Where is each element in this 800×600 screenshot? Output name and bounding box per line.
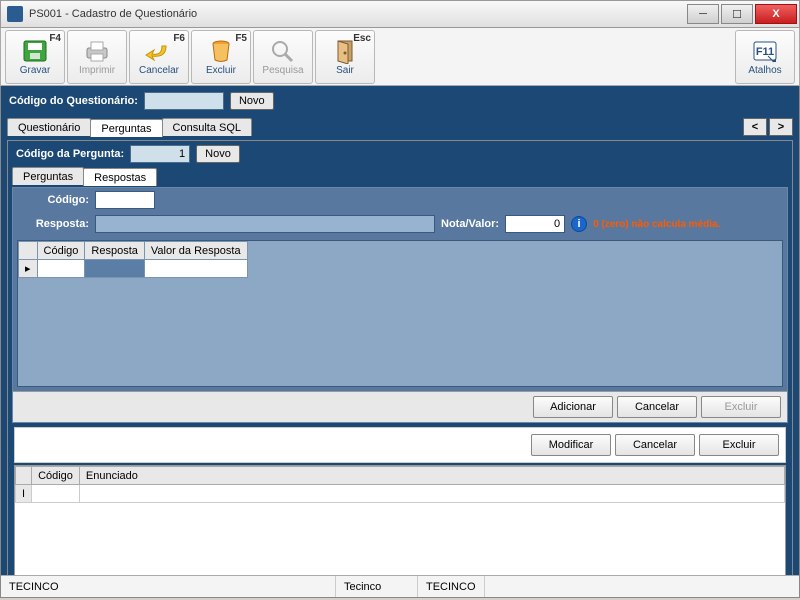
status-left: TECINCO <box>1 576 336 597</box>
perg-cancelar-button[interactable]: Cancelar <box>615 434 695 456</box>
maximize-button[interactable]: ☐ <box>721 4 753 24</box>
resp-resposta-input[interactable] <box>95 215 435 233</box>
col-perg-codigo[interactable]: Código <box>32 467 80 485</box>
perg-excluir-button[interactable]: Excluir <box>699 434 779 456</box>
tab-nav-next[interactable]: > <box>769 118 793 136</box>
row-marker: ▸ <box>19 260 38 278</box>
sub-tabs: Perguntas Respostas <box>8 167 792 185</box>
close-button[interactable]: X <box>755 4 797 24</box>
pergunta-header: Código da Pergunta: Novo <box>8 141 792 167</box>
grid-body-empty <box>18 278 782 386</box>
save-icon <box>20 38 50 64</box>
status-bar: TECINCO Tecinco TECINCO <box>1 575 799 597</box>
pesquisa-button[interactable]: Pesquisa <box>253 30 313 84</box>
cell-enunciado[interactable] <box>79 485 784 503</box>
codigo-questionario-input[interactable] <box>144 92 224 110</box>
lower-grid-corner <box>16 467 32 485</box>
status-right: TECINCO <box>418 576 485 597</box>
atalhos-label: Atalhos <box>748 65 781 76</box>
excluir-key: F5 <box>235 33 247 44</box>
sair-key: Esc <box>353 33 371 44</box>
modificar-button[interactable]: Modificar <box>531 434 611 456</box>
tab-perguntas[interactable]: Perguntas <box>90 119 162 137</box>
workspace-panel: Código do Questionário: Novo Questionári… <box>0 86 800 598</box>
atalhos-button[interactable]: F11 Atalhos <box>735 30 795 84</box>
status-mid: Tecinco <box>336 576 418 597</box>
gravar-button[interactable]: F4 Gravar <box>5 30 65 84</box>
subtab-respostas[interactable]: Respostas <box>83 168 157 186</box>
resp-resposta-label: Resposta: <box>19 218 89 230</box>
gravar-label: Gravar <box>20 65 51 76</box>
questionario-header: Código do Questionário: Novo <box>1 86 799 116</box>
trash-icon <box>206 38 236 64</box>
nota-valor-input[interactable] <box>505 215 565 233</box>
cell-valor[interactable] <box>144 260 247 278</box>
col-valor[interactable]: Valor da Resposta <box>144 242 247 260</box>
imprimir-label: Imprimir <box>79 65 115 76</box>
perguntas-grid[interactable]: Código Enunciado I <box>14 465 786 582</box>
col-codigo[interactable]: Código <box>37 242 85 260</box>
questionario-novo-button[interactable]: Novo <box>230 92 274 110</box>
tab-questionario[interactable]: Questionário <box>7 118 91 136</box>
resp-codigo-label: Código: <box>19 194 89 206</box>
window-titlebar: PS001 - Cadastro de Questionário ─ ☐ X <box>0 0 800 28</box>
pesquisa-label: Pesquisa <box>262 65 303 76</box>
sair-button[interactable]: Esc Sair <box>315 30 375 84</box>
cancelar-key: F6 <box>173 33 185 44</box>
sair-label: Sair <box>336 65 354 76</box>
shortcut-icon: F11 <box>750 38 780 64</box>
resposta-row: Resposta: Nota/Valor: i 0 (zero) não cal… <box>13 212 787 236</box>
adicionar-button[interactable]: Adicionar <box>533 396 613 418</box>
tab-nav-prev[interactable]: < <box>743 118 767 136</box>
main-toolbar: F4 Gravar Imprimir F6 Cancelar F5 Exclui… <box>0 28 800 86</box>
imprimir-button[interactable]: Imprimir <box>67 30 127 84</box>
undo-arrow-icon <box>144 38 174 64</box>
cancelar-label: Cancelar <box>139 65 179 76</box>
resp-cancelar-button[interactable]: Cancelar <box>617 396 697 418</box>
codigo-pergunta-label: Código da Pergunta: <box>16 148 124 160</box>
codigo-pergunta-input[interactable] <box>130 145 190 163</box>
resp-codigo-input[interactable] <box>95 191 155 209</box>
respostas-buttons: Adicionar Cancelar Excluir <box>13 391 787 422</box>
col-resposta[interactable]: Resposta <box>85 242 144 260</box>
row-marker-cursor: I <box>16 485 32 503</box>
svg-text:F11: F11 <box>756 46 774 58</box>
subtab-perguntas[interactable]: Perguntas <box>12 167 84 185</box>
excluir-button[interactable]: F5 Excluir <box>191 30 251 84</box>
tab-consulta-sql[interactable]: Consulta SQL <box>162 118 252 136</box>
resp-excluir-button[interactable]: Excluir <box>701 396 781 418</box>
app-icon <box>7 6 23 22</box>
table-row[interactable]: I <box>16 485 785 503</box>
respostas-subpanel: Código: Resposta: Nota/Valor: i 0 (zero)… <box>12 187 788 423</box>
search-icon <box>268 38 298 64</box>
codigo-questionario-label: Código do Questionário: <box>9 95 138 107</box>
lower-grid-body <box>15 503 785 581</box>
pergunta-novo-button[interactable]: Novo <box>196 145 240 163</box>
codigo-row: Código: <box>13 188 787 212</box>
zero-warning-text: 0 (zero) não calcula média. <box>593 219 720 230</box>
nota-valor-label: Nota/Valor: <box>441 218 499 230</box>
printer-icon <box>82 38 112 64</box>
excluir-label: Excluir <box>206 65 236 76</box>
perguntas-panel: Código da Pergunta: Novo Perguntas Respo… <box>7 140 793 585</box>
gravar-key: F4 <box>49 33 61 44</box>
info-icon[interactable]: i <box>571 216 587 232</box>
cancelar-button[interactable]: F6 Cancelar <box>129 30 189 84</box>
main-tabs: Questionário Perguntas Consulta SQL < > <box>1 116 799 138</box>
table-row[interactable]: ▸ <box>19 260 248 278</box>
window-title: PS001 - Cadastro de Questionário <box>29 8 685 20</box>
col-enunciado[interactable]: Enunciado <box>79 467 784 485</box>
respostas-grid[interactable]: Código Resposta Valor da Resposta ▸ <box>17 240 783 387</box>
cell-resposta[interactable] <box>85 260 144 278</box>
pergunta-buttons: Modificar Cancelar Excluir <box>14 427 786 463</box>
cell-codigo[interactable] <box>37 260 85 278</box>
grid-corner <box>19 242 38 260</box>
cell-perg-codigo[interactable] <box>32 485 80 503</box>
minimize-button[interactable]: ─ <box>687 4 719 24</box>
